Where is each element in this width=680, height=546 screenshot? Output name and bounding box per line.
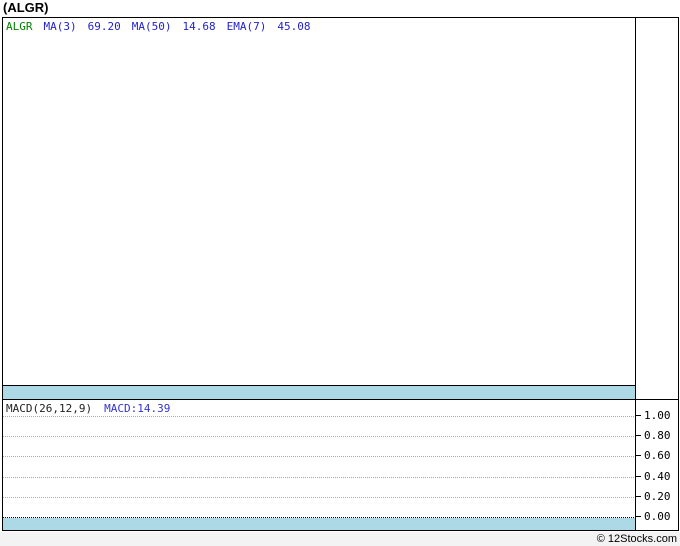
- footer: © 12Stocks.com: [0, 532, 680, 546]
- macd-ytick-040: 0.40: [636, 471, 677, 483]
- macd-ytick-100: 1.00: [636, 410, 677, 422]
- macd-indicator-value: MACD:14.39: [104, 402, 171, 415]
- macd-ytick-000: 0.00: [636, 511, 677, 523]
- macd-ytick-060: 0.60: [636, 450, 677, 462]
- macd-gridline-100: [3, 416, 636, 417]
- macd-gridline-020: [3, 497, 636, 498]
- ema7-value: 45.08: [277, 20, 311, 33]
- ma50-label: MA(50): [131, 20, 172, 33]
- macd-legend: MACD(26,12,9) MACD:14.39: [6, 402, 170, 415]
- ma3-value: 69.20: [87, 20, 121, 33]
- price-legend: ALGR MA(3) 69.20 MA(50) 14.68 EMA(7) 45.…: [6, 20, 311, 33]
- ticker-symbol: ALGR: [6, 20, 33, 33]
- ma3-label: MA(3): [43, 20, 77, 33]
- y-axis-separator: [635, 18, 636, 530]
- macd-ytick-080: 0.80: [636, 430, 677, 442]
- macd-gridline-080: [3, 436, 636, 437]
- macd-ytick-020: 0.20: [636, 491, 677, 503]
- macd-indicator-label: MACD(26,12,9): [6, 402, 93, 415]
- macd-gridline-040: [3, 477, 636, 478]
- chart-frame: ALGR MA(3) 69.20 MA(50) 14.68 EMA(7) 45.…: [2, 17, 679, 531]
- price-panel: ALGR MA(3) 69.20 MA(50) 14.68 EMA(7) 45.…: [3, 18, 636, 386]
- ema7-label: EMA(7): [226, 20, 267, 33]
- copyright-brand: © 12Stocks.com: [596, 533, 677, 545]
- macd-panel-top-border: [3, 399, 678, 400]
- price-bottom-band: [3, 386, 636, 399]
- macd-bottom-band: [3, 518, 636, 530]
- macd-gridline-060: [3, 456, 636, 457]
- chart-title: (ALGR): [3, 0, 49, 15]
- ma50-value: 14.68: [182, 20, 216, 33]
